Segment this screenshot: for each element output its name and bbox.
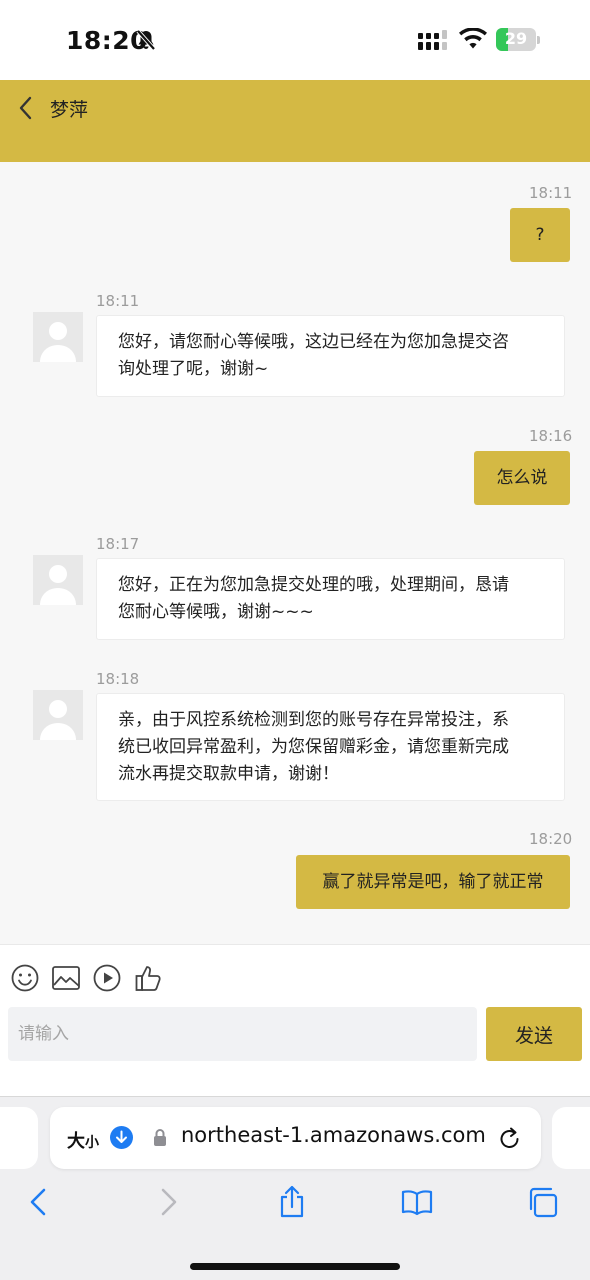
message-line: 您好，正在为您加急提交处理的哦，处理期间，恳请 xyxy=(118,575,509,595)
agent-avatar xyxy=(33,690,83,740)
message-line: 询处理了呢，谢谢~ xyxy=(118,359,269,379)
wifi-icon xyxy=(459,28,487,49)
message-timestamp: 18:11 xyxy=(529,184,573,202)
outgoing-message-bubble: 赢了就异常是吧，输了就正常 xyxy=(296,855,570,909)
share-icon[interactable] xyxy=(275,1185,309,1219)
tabs-icon[interactable] xyxy=(526,1185,560,1219)
message-input[interactable] xyxy=(8,1007,477,1061)
browser-toolbar: 大小 northeast-1.amazonaws.com xyxy=(0,1096,590,1280)
message-timestamp: 18:17 xyxy=(96,535,140,553)
status-bar: 18:20 29 xyxy=(0,0,590,80)
outgoing-message-bubble: 怎么说 xyxy=(474,451,570,505)
thumbs-up-icon[interactable] xyxy=(134,963,164,993)
image-icon[interactable] xyxy=(51,963,81,993)
message-line: 流水再提交取款申请，谢谢！ xyxy=(118,764,339,784)
message-line: 您好，请您耐心等候哦，这边已经在为您加急提交咨 xyxy=(118,332,509,352)
battery-percent: 29 xyxy=(504,29,528,48)
home-indicator xyxy=(190,1263,400,1270)
message-timestamp: 18:16 xyxy=(529,427,573,445)
bookmarks-icon[interactable] xyxy=(400,1185,434,1219)
previous-tab-preview[interactable] xyxy=(0,1107,38,1169)
default-user-icon xyxy=(40,322,76,362)
chat-header: 梦萍 xyxy=(0,80,590,162)
battery-indicator: 29 xyxy=(496,28,540,51)
signal-icon xyxy=(418,30,447,50)
message-list[interactable]: 18:11 ? 18:11 您好，请您耐心等候哦，这边已经在为您加急提交咨 询处… xyxy=(0,162,590,944)
lock-icon xyxy=(154,1129,166,1146)
page-size-button[interactable]: 大小 xyxy=(67,1127,99,1153)
browser-forward-icon[interactable] xyxy=(151,1185,185,1219)
message-timestamp: 18:18 xyxy=(96,670,140,688)
video-icon[interactable] xyxy=(92,963,122,993)
agent-avatar xyxy=(33,312,83,362)
back-arrow-icon[interactable] xyxy=(14,94,38,122)
default-user-icon xyxy=(40,565,76,605)
incoming-message-bubble: 亲，由于风控系统检测到您的账号存在异常投注，系 统已收回异常盈利，为您保留赠彩金… xyxy=(96,693,565,801)
message-timestamp: 18:20 xyxy=(529,830,573,848)
message-timestamp: 18:11 xyxy=(96,292,140,310)
browser-back-icon[interactable] xyxy=(22,1185,56,1219)
page-size-label: 大 xyxy=(67,1131,85,1152)
message-line: 您耐心等候哦，谢谢~~~ xyxy=(118,602,314,622)
contact-name: 梦萍 xyxy=(50,99,89,121)
agent-avatar xyxy=(33,555,83,605)
reload-icon[interactable] xyxy=(498,1125,522,1151)
message-line: 统已收回异常盈利，为您保留赠彩金，请您重新完成 xyxy=(118,737,509,757)
download-icon[interactable] xyxy=(110,1126,133,1149)
next-tab-preview[interactable] xyxy=(552,1107,590,1169)
address-bar[interactable]: 大小 northeast-1.amazonaws.com xyxy=(50,1107,541,1169)
message-composer: 发送 xyxy=(0,944,590,1096)
incoming-message-bubble: 您好，请您耐心等候哦，这边已经在为您加急提交咨 询处理了呢，谢谢~ xyxy=(96,315,565,397)
outgoing-message-bubble: ? xyxy=(510,208,570,262)
url-text: northeast-1.amazonaws.com xyxy=(181,1123,486,1147)
emoji-icon[interactable] xyxy=(10,963,40,993)
message-line: 亲，由于风控系统检测到您的账号存在异常投注，系 xyxy=(118,710,509,730)
bell-muted-icon xyxy=(136,29,156,51)
incoming-message-bubble: 您好，正在为您加急提交处理的哦，处理期间，恳请 您耐心等候哦，谢谢~~~ xyxy=(96,558,565,640)
default-user-icon xyxy=(40,700,76,740)
page-size-label-small: 小 xyxy=(85,1135,99,1151)
send-button[interactable]: 发送 xyxy=(486,1007,582,1061)
